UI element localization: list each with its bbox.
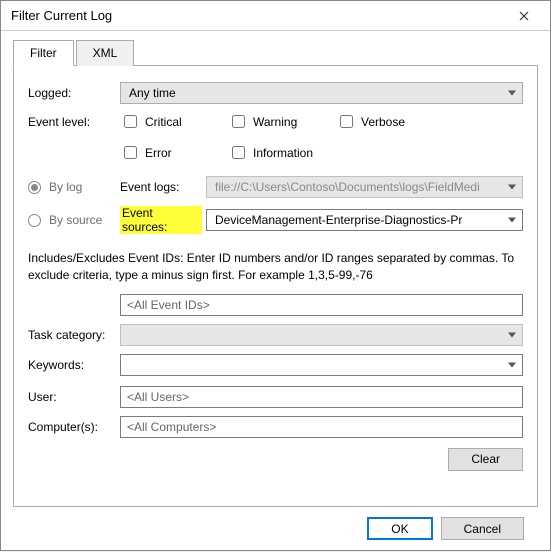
- filter-log-dialog: Filter Current Log Filter XML Logged: An…: [0, 0, 551, 551]
- by-log-label: By log: [49, 180, 82, 194]
- computers-label: Computer(s):: [28, 420, 120, 434]
- logged-dropdown[interactable]: Any time: [120, 82, 523, 104]
- clear-button[interactable]: Clear: [448, 448, 523, 471]
- logged-label: Logged:: [28, 86, 120, 100]
- event-logs-value: file://C:\Users\Contoso\Documents\logs\F…: [215, 180, 500, 194]
- dialog-buttons: OK Cancel: [13, 507, 538, 550]
- tab-filter[interactable]: Filter: [13, 40, 74, 66]
- tab-strip: Filter XML: [13, 39, 538, 66]
- error-checkbox[interactable]: Error: [120, 143, 206, 162]
- event-sources-label: Event sources:: [120, 206, 202, 234]
- computers-input[interactable]: [120, 416, 523, 438]
- user-label: User:: [28, 390, 120, 404]
- event-level-label: Event level:: [28, 112, 120, 129]
- event-ids-input[interactable]: [120, 294, 523, 316]
- dialog-title: Filter Current Log: [11, 8, 504, 23]
- verbose-checkbox[interactable]: Verbose: [336, 112, 422, 131]
- critical-checkbox[interactable]: Critical: [120, 112, 206, 131]
- tab-xml[interactable]: XML: [76, 40, 135, 66]
- user-input[interactable]: [120, 386, 523, 408]
- keywords-dropdown[interactable]: [120, 354, 523, 376]
- task-category-dropdown: [120, 324, 523, 346]
- filter-panel: Logged: Any time Event level: Critical W…: [13, 66, 538, 507]
- close-icon: [519, 11, 529, 21]
- event-logs-label: Event logs:: [120, 180, 206, 194]
- by-source-radio: [28, 214, 41, 227]
- by-log-radio: [28, 181, 41, 194]
- event-logs-dropdown: file://C:\Users\Contoso\Documents\logs\F…: [206, 176, 523, 198]
- information-checkbox[interactable]: Information: [228, 143, 314, 162]
- cancel-button[interactable]: Cancel: [441, 517, 524, 540]
- event-level-group: Critical Warning Verbose Error Informati…: [120, 112, 523, 162]
- task-category-label: Task category:: [28, 328, 120, 342]
- event-ids-help: Includes/Excludes Event IDs: Enter ID nu…: [28, 250, 523, 284]
- titlebar: Filter Current Log: [1, 1, 550, 31]
- event-sources-value: DeviceManagement-Enterprise-Diagnostics-…: [215, 213, 500, 227]
- close-button[interactable]: [504, 1, 544, 31]
- logged-value: Any time: [129, 86, 500, 100]
- ok-button[interactable]: OK: [367, 517, 432, 540]
- event-sources-dropdown[interactable]: DeviceManagement-Enterprise-Diagnostics-…: [206, 209, 523, 231]
- by-source-label: By source: [49, 213, 102, 227]
- warning-checkbox[interactable]: Warning: [228, 112, 314, 131]
- keywords-label: Keywords:: [28, 358, 120, 372]
